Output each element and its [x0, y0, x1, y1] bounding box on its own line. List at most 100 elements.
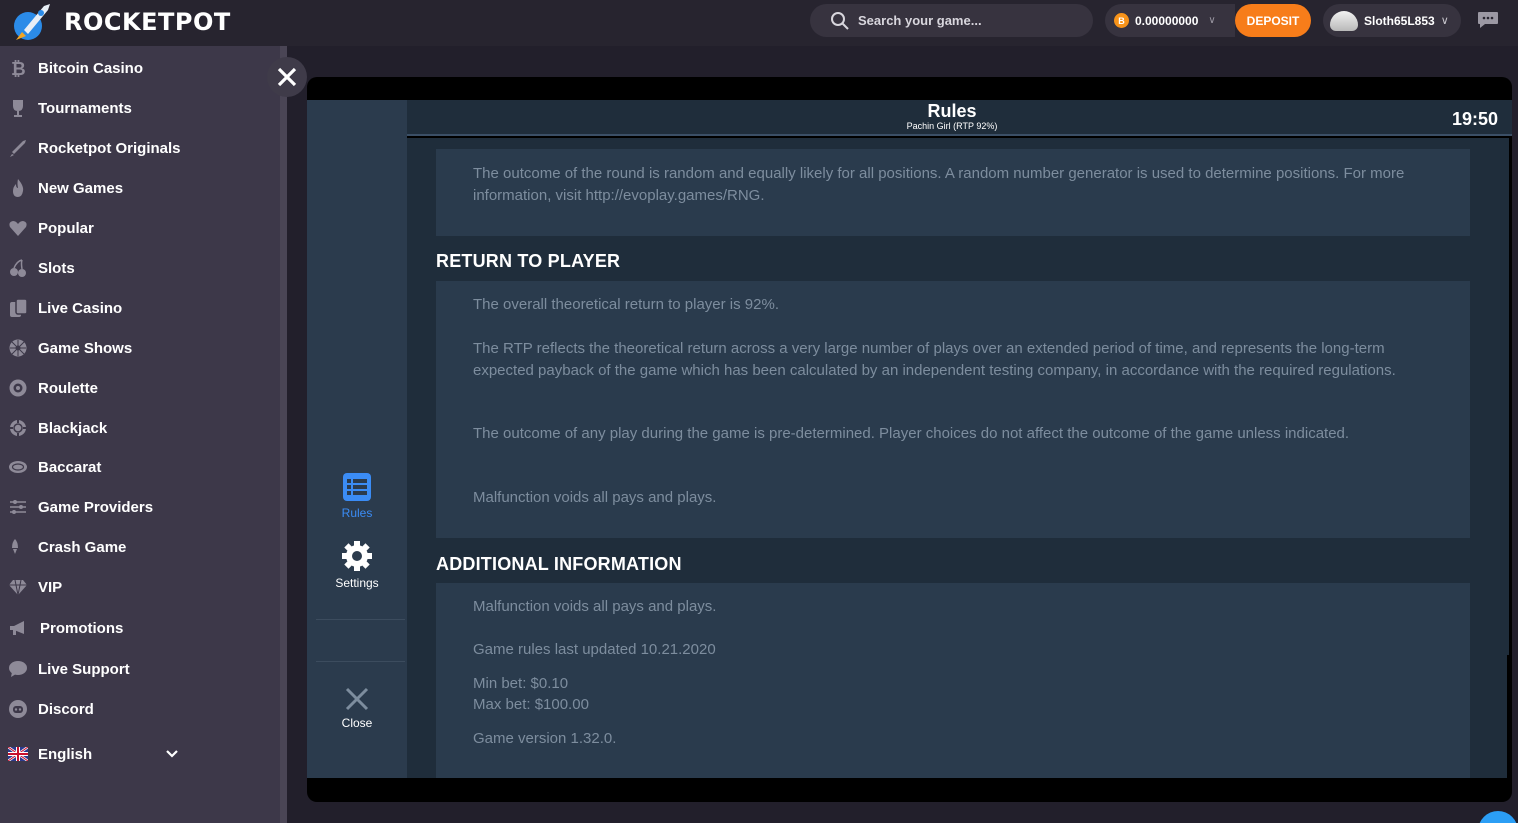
paragraph: Game version 1.32.0.: [473, 730, 617, 747]
megaphone-icon: [10, 621, 24, 635]
rocket-logo-icon: [14, 4, 50, 40]
divider: [316, 619, 405, 620]
balance-amount: 0.00000000: [1135, 13, 1199, 28]
sidebar-item-label: Slots: [38, 259, 75, 277]
search-input[interactable]: [858, 13, 1078, 28]
search-box[interactable]: [810, 4, 1093, 37]
sidebar-item-rocketpot-originals[interactable]: Rocketpot Originals: [0, 130, 280, 166]
sidebar-item-label: Game Providers: [38, 498, 154, 516]
chat-bubble-icon: [9, 661, 27, 677]
sidebar-item-bitcoin-casino[interactable]: ₿ Bitcoin Casino: [0, 50, 280, 86]
sidebar-item-label: Rocketpot Originals: [38, 139, 181, 157]
bitcoin-coin-icon: B: [1114, 13, 1129, 28]
sidebar-item-discord[interactable]: Discord: [0, 691, 280, 727]
sidebar-item-label: Promotions: [40, 619, 124, 637]
sidebar-item-game-shows[interactable]: Game Shows: [0, 330, 280, 366]
paragraph: Max bet: $100.00: [473, 696, 589, 713]
sidebar-item-live-support[interactable]: Live Support: [0, 651, 280, 687]
search-icon: [831, 11, 849, 30]
close-tab-label: Close: [341, 716, 373, 730]
section-heading: RETURN TO PLAYER: [436, 251, 621, 271]
sidebar-item-label: New Games: [38, 179, 124, 197]
additional-info-block: Malfunction voids all pays and plays. Ga…: [436, 583, 1470, 778]
paragraph: Malfunction voids all pays and plays.: [473, 489, 717, 506]
bitcoin-icon: ₿: [11, 59, 26, 78]
brand-logo[interactable]: ROCKETPOT: [10, 0, 231, 44]
list-icon: [343, 473, 371, 501]
sidebar-item-label: Bitcoin Casino: [38, 59, 144, 77]
section-heading: ADDITIONAL INFORMATION: [436, 554, 682, 574]
chat-icon[interactable]: [1477, 11, 1499, 29]
sidebar-item-crash-game[interactable]: Crash Game: [0, 529, 280, 565]
rules-content[interactable]: The outcome of the round is random and e…: [407, 138, 1509, 778]
sidebar-item-blackjack[interactable]: Blackjack: [0, 410, 280, 446]
discord-icon: [9, 700, 27, 718]
language-label: English: [38, 745, 93, 763]
sidebar-item-label: Blackjack: [38, 419, 108, 437]
roulette-icon: [9, 379, 27, 397]
rules-header: Rules Pachin Girl (RTP 92%) 19:50: [407, 100, 1512, 136]
sliders-icon: [10, 500, 26, 514]
rules-tab-label: Rules: [341, 506, 373, 520]
close-modal-button[interactable]: [267, 57, 307, 97]
sidebar-item-baccarat[interactable]: Baccarat: [0, 449, 280, 485]
rules-tab[interactable]: Rules: [307, 472, 407, 520]
sidebar-item-label: Popular: [38, 219, 94, 237]
top-bar: ROCKETPOT B 0.00000000 ∨ DEPOSIT Sloth65…: [0, 0, 1518, 46]
sidebar-item-label: Discord: [38, 700, 94, 718]
sidebar-item-label: Baccarat: [38, 458, 102, 476]
sidebar-scrollbar[interactable]: [280, 46, 287, 823]
wheel-icon: [9, 339, 27, 357]
cherries-icon: [10, 259, 26, 277]
paragraph: Malfunction voids all pays and plays.: [473, 598, 717, 615]
close-icon: [345, 687, 369, 711]
settings-tab[interactable]: Settings: [307, 540, 407, 590]
table-icon: [9, 461, 27, 473]
sidebar-item-label: Game Shows: [38, 339, 133, 357]
avatar: [1330, 10, 1358, 31]
sidebar-item-live-casino[interactable]: Live Casino: [0, 290, 280, 326]
diamond-icon: [9, 579, 27, 596]
chevron-down-icon: [166, 750, 178, 758]
content-scrollbar[interactable]: [1507, 655, 1510, 778]
trophy-icon: [13, 100, 23, 117]
paragraph: The outcome of any play during the game …: [473, 425, 1350, 442]
intro-block: The outcome of the round is random and e…: [436, 149, 1470, 236]
chip-icon: [10, 420, 26, 436]
heart-icon: [9, 221, 27, 236]
crash-rocket-icon: [12, 539, 18, 554]
flame-icon: [13, 179, 24, 197]
brand-name: ROCKETPOT: [64, 8, 231, 36]
clock: 19:50: [1451, 109, 1498, 129]
deposit-button[interactable]: DEPOSIT: [1235, 4, 1311, 37]
balance-selector[interactable]: B 0.00000000 ∨: [1105, 4, 1235, 37]
close-tab[interactable]: Close: [307, 686, 407, 730]
sidebar-item-label: Live Casino: [38, 299, 123, 317]
sidebar-item-label: Crash Game: [38, 538, 127, 556]
paragraph: Min bet: $0.10: [473, 675, 569, 692]
sidebar-item-label: VIP: [38, 578, 63, 596]
sidebar-item-roulette[interactable]: Roulette: [0, 370, 280, 406]
sidebar-item-new-games[interactable]: New Games: [0, 170, 280, 206]
paragraph: The RTP reflects the theoretical return …: [473, 340, 1396, 379]
sidebar-item-tournaments[interactable]: Tournaments: [0, 90, 280, 126]
sidebar-item-slots[interactable]: Slots: [0, 250, 280, 286]
sidebar-item-label: Live Support: [38, 660, 130, 678]
page-title: Rules: [927, 101, 977, 121]
user-menu[interactable]: Sloth65L853 ∨: [1323, 4, 1461, 37]
sidebar-item-label: Tournaments: [38, 99, 132, 117]
gear-icon: [342, 541, 372, 571]
sidebar-item-popular[interactable]: Popular: [0, 210, 280, 246]
svg-text:₿: ₿: [11, 59, 26, 78]
sidebar-item-label: Roulette: [38, 379, 98, 397]
sidebar-item-game-providers[interactable]: Game Providers: [0, 489, 280, 525]
rtp-block: The overall theoretical return to player…: [436, 281, 1470, 538]
language-selector[interactable]: English: [0, 736, 280, 772]
sidebar-item-promotions[interactable]: Promotions: [0, 610, 280, 646]
rules-sidebar: [307, 100, 407, 778]
settings-tab-label: Settings: [335, 576, 379, 590]
page-subtitle: Pachin Girl (RTP 92%): [906, 121, 998, 131]
sidebar-item-vip[interactable]: VIP: [0, 569, 280, 605]
chevron-down-icon: ∨: [1440, 15, 1449, 27]
cards-icon: [10, 298, 28, 317]
